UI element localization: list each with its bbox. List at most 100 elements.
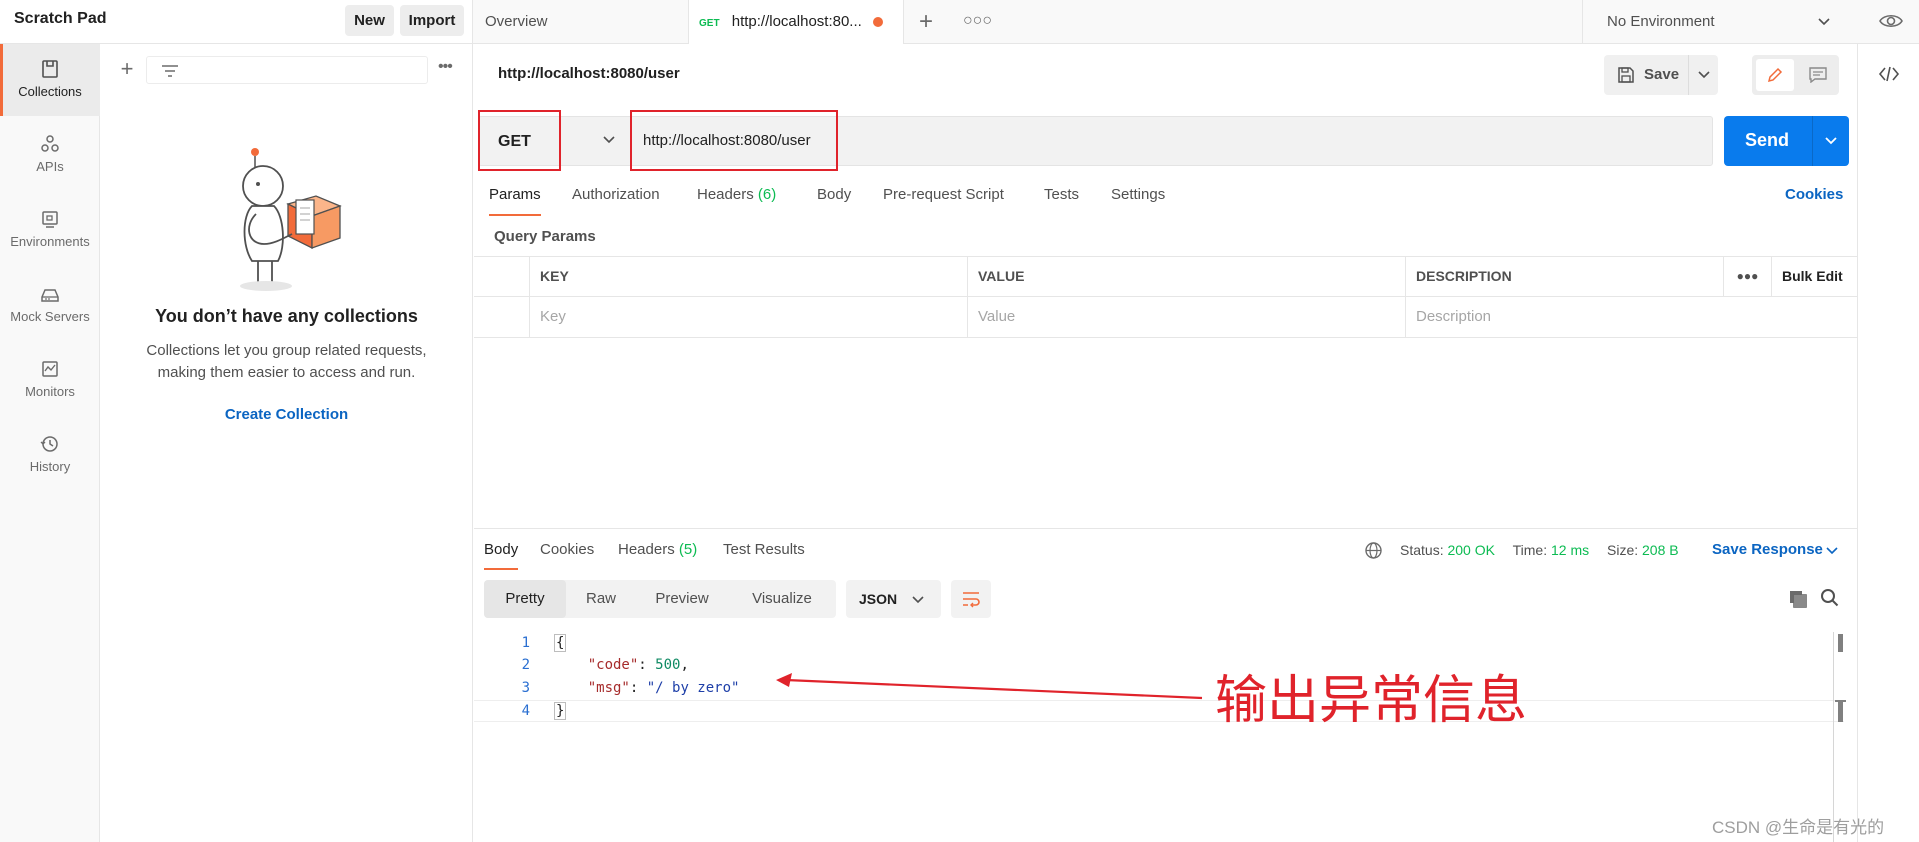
edit-mode-button[interactable] bbox=[1756, 59, 1794, 91]
response-headers-count: (5) bbox=[678, 541, 698, 558]
save-dropdown[interactable] bbox=[1688, 55, 1718, 95]
new-tab-icon[interactable]: + bbox=[919, 8, 933, 36]
save-response-button[interactable]: Save Response bbox=[1712, 541, 1823, 558]
send-dropdown[interactable] bbox=[1812, 116, 1849, 166]
tab-pre-request-script[interactable]: Pre-request Script bbox=[883, 186, 1004, 203]
tab-body[interactable]: Body bbox=[817, 186, 851, 203]
response-format-select[interactable]: JSON bbox=[846, 580, 941, 618]
query-params-table: KEY VALUE DESCRIPTION ●●● Bulk Edit Key … bbox=[474, 256, 1857, 338]
save-button[interactable]: Save bbox=[1604, 55, 1718, 95]
param-value-input[interactable]: Value bbox=[968, 297, 1406, 337]
eye-icon[interactable] bbox=[1878, 10, 1904, 32]
method-select[interactable]: GET bbox=[478, 110, 561, 171]
chevron-down-icon bbox=[1698, 71, 1710, 79]
environments-icon bbox=[42, 211, 58, 228]
empty-state-description: Collections let you group related reques… bbox=[130, 340, 443, 384]
sidebar-item-history[interactable]: History bbox=[0, 419, 100, 491]
line-number: 4 bbox=[521, 703, 530, 719]
sidebar-item-collections[interactable]: Collections bbox=[0, 44, 100, 116]
code-line: 1 { bbox=[474, 632, 1844, 654]
table-header-row: KEY VALUE DESCRIPTION ●●● Bulk Edit bbox=[474, 256, 1857, 297]
copy-icon[interactable] bbox=[1788, 589, 1808, 609]
code-text: { bbox=[554, 632, 567, 654]
chevron-down-icon bbox=[603, 136, 615, 144]
create-collection-link[interactable]: Create Collection bbox=[100, 406, 473, 423]
workspace-header: Scratch Pad New Import bbox=[0, 0, 473, 44]
param-key-input[interactable]: Key bbox=[530, 297, 968, 337]
empty-state-title: You don’t have any collections bbox=[155, 306, 418, 326]
history-icon bbox=[40, 436, 58, 452]
mock-servers-icon bbox=[41, 289, 59, 302]
sidebar-item-apis[interactable]: APIs bbox=[0, 119, 100, 191]
tab-more-icon[interactable]: ○○○ bbox=[963, 12, 992, 30]
tab-tests[interactable]: Tests bbox=[1044, 186, 1079, 203]
url-input[interactable]: http://localhost:8080/user bbox=[630, 110, 838, 171]
wrap-lines-button[interactable] bbox=[951, 580, 991, 618]
sidebar-nav: Collections APIs Environments Mock Serve… bbox=[0, 44, 100, 842]
response-tab-body[interactable]: Body bbox=[484, 541, 519, 570]
sidebar-item-monitors[interactable]: Monitors bbox=[0, 344, 100, 416]
column-header-description: DESCRIPTION bbox=[1406, 257, 1724, 297]
view-pretty[interactable]: Pretty bbox=[484, 580, 566, 618]
size-label: Size: bbox=[1607, 542, 1639, 558]
globe-icon[interactable] bbox=[1364, 541, 1383, 560]
sidebar-item-environments[interactable]: Environments bbox=[0, 194, 100, 266]
response-view-selector: Pretty Raw Preview Visualize bbox=[484, 580, 836, 618]
editor-scrollbar-thumb[interactable] bbox=[1838, 634, 1843, 652]
environment-select[interactable]: No Environment bbox=[1582, 0, 1857, 44]
empty-state-line-1: Collections let you group related reques… bbox=[146, 342, 427, 359]
request-title[interactable]: http://localhost:8080/user bbox=[498, 65, 680, 82]
collection-search-input[interactable] bbox=[146, 56, 428, 84]
tab-headers[interactable]: Headers (6) bbox=[697, 186, 776, 203]
tab-settings[interactable]: Settings bbox=[1111, 186, 1165, 203]
response-divider[interactable] bbox=[474, 528, 1857, 529]
query-params-label: Query Params bbox=[494, 228, 596, 245]
code-text: "msg": "/ by zero" bbox=[587, 680, 740, 696]
tab-overview[interactable]: Overview bbox=[473, 0, 689, 44]
search-icon[interactable] bbox=[1820, 588, 1840, 608]
response-tab-headers[interactable]: Headers (5) bbox=[618, 541, 697, 558]
param-description-input[interactable]: Description bbox=[1406, 297, 1857, 337]
tab-title: http://localhost:80... bbox=[731, 13, 862, 30]
edit-mode-toggle bbox=[1752, 55, 1839, 95]
tab-authorization[interactable]: Authorization bbox=[572, 186, 660, 203]
more-options-icon[interactable]: ••• bbox=[438, 58, 453, 76]
view-raw[interactable]: Raw bbox=[566, 580, 636, 618]
send-button[interactable]: Send bbox=[1724, 116, 1849, 166]
sidebar-item-label: APIs bbox=[36, 159, 64, 174]
empty-collections-illustration bbox=[240, 148, 342, 291]
response-body-editor[interactable]: 1 { 2 "code": 500, 3 "msg": "/ by zero" … bbox=[474, 632, 1844, 842]
line-number: 3 bbox=[521, 680, 530, 696]
tab-request[interactable]: GET http://localhost:80... bbox=[689, 0, 904, 44]
tab-params[interactable]: Params bbox=[489, 186, 541, 216]
add-collection-icon[interactable]: + bbox=[116, 58, 138, 80]
bulk-edit-button[interactable]: Bulk Edit bbox=[1772, 257, 1857, 297]
checkbox-column-header bbox=[474, 257, 530, 297]
chevron-down-icon bbox=[1818, 18, 1830, 26]
send-label: Send bbox=[1744, 130, 1789, 150]
empty-state-line-2: making them easier to access and run. bbox=[157, 364, 416, 381]
chevron-down-icon[interactable] bbox=[1826, 546, 1838, 556]
right-context-rail bbox=[1857, 44, 1919, 842]
json-value-msg: "/ by zero" bbox=[646, 680, 740, 696]
status-value: 200 OK bbox=[1447, 542, 1495, 558]
table-more-icon[interactable]: ●●● bbox=[1724, 257, 1772, 297]
code-text: "code": 500, bbox=[587, 657, 689, 673]
response-tab-cookies[interactable]: Cookies bbox=[540, 541, 594, 558]
filter-icon bbox=[162, 65, 178, 77]
request-tab-bar: Overview GET http://localhost:80... + ○○… bbox=[473, 0, 1919, 44]
row-checkbox[interactable] bbox=[474, 297, 530, 337]
new-button[interactable]: New bbox=[345, 5, 394, 36]
code-icon[interactable] bbox=[1878, 64, 1900, 84]
line-number: 1 bbox=[521, 635, 530, 651]
response-tab-test-results[interactable]: Test Results bbox=[723, 541, 805, 558]
view-visualize[interactable]: Visualize bbox=[728, 580, 836, 618]
cookies-link[interactable]: Cookies bbox=[1785, 186, 1843, 203]
column-header-key: KEY bbox=[530, 257, 968, 297]
close-brace: } bbox=[554, 702, 567, 720]
comments-button[interactable] bbox=[1800, 59, 1836, 91]
sidebar-item-mock-servers[interactable]: Mock Servers bbox=[0, 269, 100, 341]
view-preview[interactable]: Preview bbox=[636, 580, 728, 618]
monitors-icon bbox=[42, 361, 58, 377]
import-button[interactable]: Import bbox=[400, 5, 464, 36]
